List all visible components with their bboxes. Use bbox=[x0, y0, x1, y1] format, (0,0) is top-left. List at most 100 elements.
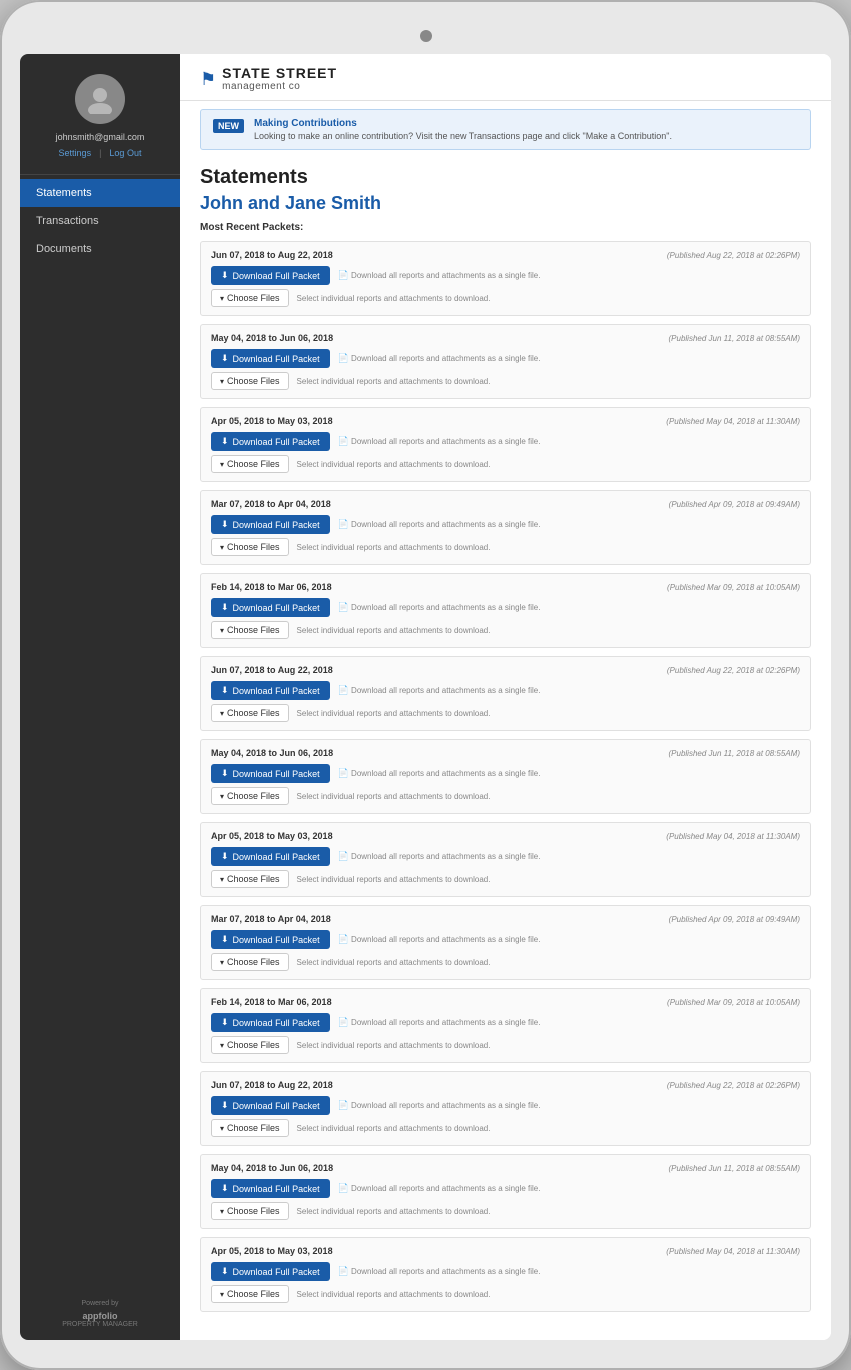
download-full-packet-button[interactable]: ⬇ Download Full Packet bbox=[211, 930, 330, 949]
packet-header: May 04, 2018 to Jun 06, 2018 (Published … bbox=[211, 748, 800, 758]
download-desc: 📄 Download all reports and attachments a… bbox=[338, 1266, 541, 1277]
file-icon: 📄 bbox=[338, 270, 349, 280]
download-full-packet-button[interactable]: ⬇ Download Full Packet bbox=[211, 266, 330, 285]
download-full-packet-button[interactable]: ⬇ Download Full Packet bbox=[211, 764, 330, 783]
download-row: ⬇ Download Full Packet 📄 Download all re… bbox=[211, 1013, 800, 1032]
packet-item: May 04, 2018 to Jun 06, 2018 (Published … bbox=[200, 324, 811, 399]
packet-published: (Published Jun 11, 2018 at 08:55AM) bbox=[669, 1164, 801, 1173]
download-full-packet-button[interactable]: ⬇ Download Full Packet bbox=[211, 681, 330, 700]
choose-desc: Select individual reports and attachment… bbox=[297, 709, 491, 718]
choose-row: ▾ Choose Files Select individual reports… bbox=[211, 1202, 800, 1220]
chevron-down-icon: ▾ bbox=[220, 1207, 224, 1216]
choose-files-button[interactable]: ▾ Choose Files bbox=[211, 1119, 289, 1137]
chevron-down-icon: ▾ bbox=[220, 792, 224, 801]
download-icon: ⬇ bbox=[221, 602, 229, 613]
sidebar-item-transactions[interactable]: Transactions bbox=[20, 207, 180, 235]
packet-date-range: May 04, 2018 to Jun 06, 2018 bbox=[211, 333, 333, 343]
chevron-down-icon: ▾ bbox=[220, 294, 224, 303]
download-label: Download Full Packet bbox=[233, 935, 320, 945]
choose-label: Choose Files bbox=[227, 708, 280, 718]
choose-files-button[interactable]: ▾ Choose Files bbox=[211, 455, 289, 473]
tablet-camera bbox=[420, 30, 432, 42]
choose-files-button[interactable]: ▾ Choose Files bbox=[211, 372, 289, 390]
appfolio-brand: appfolio bbox=[62, 1311, 138, 1321]
choose-label: Choose Files bbox=[227, 625, 280, 635]
packet-actions: ⬇ Download Full Packet 📄 Download all re… bbox=[211, 930, 800, 971]
sidebar: johnsmith@gmail.com Settings | Log Out S… bbox=[20, 54, 180, 1340]
packet-published: (Published Mar 09, 2018 at 10:05AM) bbox=[667, 998, 800, 1007]
choose-desc: Select individual reports and attachment… bbox=[297, 543, 491, 552]
download-full-packet-button[interactable]: ⬇ Download Full Packet bbox=[211, 1262, 330, 1281]
packet-date-range: Apr 05, 2018 to May 03, 2018 bbox=[211, 1246, 333, 1256]
choose-files-button[interactable]: ▾ Choose Files bbox=[211, 289, 289, 307]
choose-desc: Select individual reports and attachment… bbox=[297, 958, 491, 967]
download-label: Download Full Packet bbox=[233, 686, 320, 696]
chevron-down-icon: ▾ bbox=[220, 543, 224, 552]
file-icon: 📄 bbox=[338, 1017, 349, 1027]
choose-files-button[interactable]: ▾ Choose Files bbox=[211, 870, 289, 888]
download-full-packet-button[interactable]: ⬇ Download Full Packet bbox=[211, 515, 330, 534]
download-full-packet-button[interactable]: ⬇ Download Full Packet bbox=[211, 1096, 330, 1115]
choose-desc: Select individual reports and attachment… bbox=[297, 294, 491, 303]
packet-date-range: May 04, 2018 to Jun 06, 2018 bbox=[211, 748, 333, 758]
choose-files-button[interactable]: ▾ Choose Files bbox=[211, 621, 289, 639]
main-content: ⚑ STATE STREET management co NEW Making … bbox=[180, 54, 831, 1340]
packet-item: Jun 07, 2018 to Aug 22, 2018 (Published … bbox=[200, 656, 811, 731]
download-desc: 📄 Download all reports and attachments a… bbox=[338, 270, 541, 281]
download-desc: 📄 Download all reports and attachments a… bbox=[338, 602, 541, 613]
packet-list: Jun 07, 2018 to Aug 22, 2018 (Published … bbox=[200, 241, 811, 1320]
choose-row: ▾ Choose Files Select individual reports… bbox=[211, 372, 800, 390]
packet-published: (Published Aug 22, 2018 at 02:26PM) bbox=[667, 251, 800, 260]
download-full-packet-button[interactable]: ⬇ Download Full Packet bbox=[211, 847, 330, 866]
choose-files-button[interactable]: ▾ Choose Files bbox=[211, 787, 289, 805]
choose-row: ▾ Choose Files Select individual reports… bbox=[211, 953, 800, 971]
choose-files-button[interactable]: ▾ Choose Files bbox=[211, 704, 289, 722]
choose-row: ▾ Choose Files Select individual reports… bbox=[211, 704, 800, 722]
choose-label: Choose Files bbox=[227, 1123, 280, 1133]
download-full-packet-button[interactable]: ⬇ Download Full Packet bbox=[211, 598, 330, 617]
packet-date-range: Jun 07, 2018 to Aug 22, 2018 bbox=[211, 665, 333, 675]
choose-row: ▾ Choose Files Select individual reports… bbox=[211, 1036, 800, 1054]
chevron-down-icon: ▾ bbox=[220, 1290, 224, 1299]
download-icon: ⬇ bbox=[221, 436, 229, 447]
sidebar-item-statements[interactable]: Statements bbox=[20, 179, 180, 207]
notification-title[interactable]: Making Contributions bbox=[254, 118, 672, 129]
packet-actions: ⬇ Download Full Packet 📄 Download all re… bbox=[211, 598, 800, 639]
packet-header: Jun 07, 2018 to Aug 22, 2018 (Published … bbox=[211, 665, 800, 675]
choose-files-button[interactable]: ▾ Choose Files bbox=[211, 953, 289, 971]
download-row: ⬇ Download Full Packet 📄 Download all re… bbox=[211, 598, 800, 617]
choose-row: ▾ Choose Files Select individual reports… bbox=[211, 1285, 800, 1303]
chevron-down-icon: ▾ bbox=[220, 377, 224, 386]
settings-link[interactable]: Settings bbox=[59, 148, 92, 158]
choose-label: Choose Files bbox=[227, 957, 280, 967]
packet-header: Feb 14, 2018 to Mar 06, 2018 (Published … bbox=[211, 582, 800, 592]
download-row: ⬇ Download Full Packet 📄 Download all re… bbox=[211, 1096, 800, 1115]
packet-header: Apr 05, 2018 to May 03, 2018 (Published … bbox=[211, 416, 800, 426]
packet-published: (Published Mar 09, 2018 at 10:05AM) bbox=[667, 583, 800, 592]
choose-files-button[interactable]: ▾ Choose Files bbox=[211, 1036, 289, 1054]
download-full-packet-button[interactable]: ⬇ Download Full Packet bbox=[211, 1179, 330, 1198]
choose-files-button[interactable]: ▾ Choose Files bbox=[211, 538, 289, 556]
choose-label: Choose Files bbox=[227, 1289, 280, 1299]
packet-date-range: Mar 07, 2018 to Apr 04, 2018 bbox=[211, 499, 331, 509]
choose-files-button[interactable]: ▾ Choose Files bbox=[211, 1285, 289, 1303]
choose-desc: Select individual reports and attachment… bbox=[297, 1041, 491, 1050]
choose-row: ▾ Choose Files Select individual reports… bbox=[211, 870, 800, 888]
packet-item: Apr 05, 2018 to May 03, 2018 (Published … bbox=[200, 407, 811, 482]
sidebar-item-documents[interactable]: Documents bbox=[20, 235, 180, 263]
packet-item: Jun 07, 2018 to Aug 22, 2018 (Published … bbox=[200, 1071, 811, 1146]
download-full-packet-button[interactable]: ⬇ Download Full Packet bbox=[211, 349, 330, 368]
download-full-packet-button[interactable]: ⬇ Download Full Packet bbox=[211, 1013, 330, 1032]
choose-files-button[interactable]: ▾ Choose Files bbox=[211, 1202, 289, 1220]
logout-link[interactable]: Log Out bbox=[109, 148, 141, 158]
packet-published: (Published Apr 09, 2018 at 09:49AM) bbox=[669, 500, 800, 509]
packet-published: (Published Apr 09, 2018 at 09:49AM) bbox=[669, 915, 800, 924]
download-full-packet-button[interactable]: ⬇ Download Full Packet bbox=[211, 432, 330, 451]
download-desc: 📄 Download all reports and attachments a… bbox=[338, 851, 541, 862]
logo-line2: management co bbox=[222, 81, 337, 92]
choose-desc: Select individual reports and attachment… bbox=[297, 377, 491, 386]
packet-actions: ⬇ Download Full Packet 📄 Download all re… bbox=[211, 1262, 800, 1303]
packet-header: May 04, 2018 to Jun 06, 2018 (Published … bbox=[211, 333, 800, 343]
choose-label: Choose Files bbox=[227, 791, 280, 801]
packet-header: May 04, 2018 to Jun 06, 2018 (Published … bbox=[211, 1163, 800, 1173]
